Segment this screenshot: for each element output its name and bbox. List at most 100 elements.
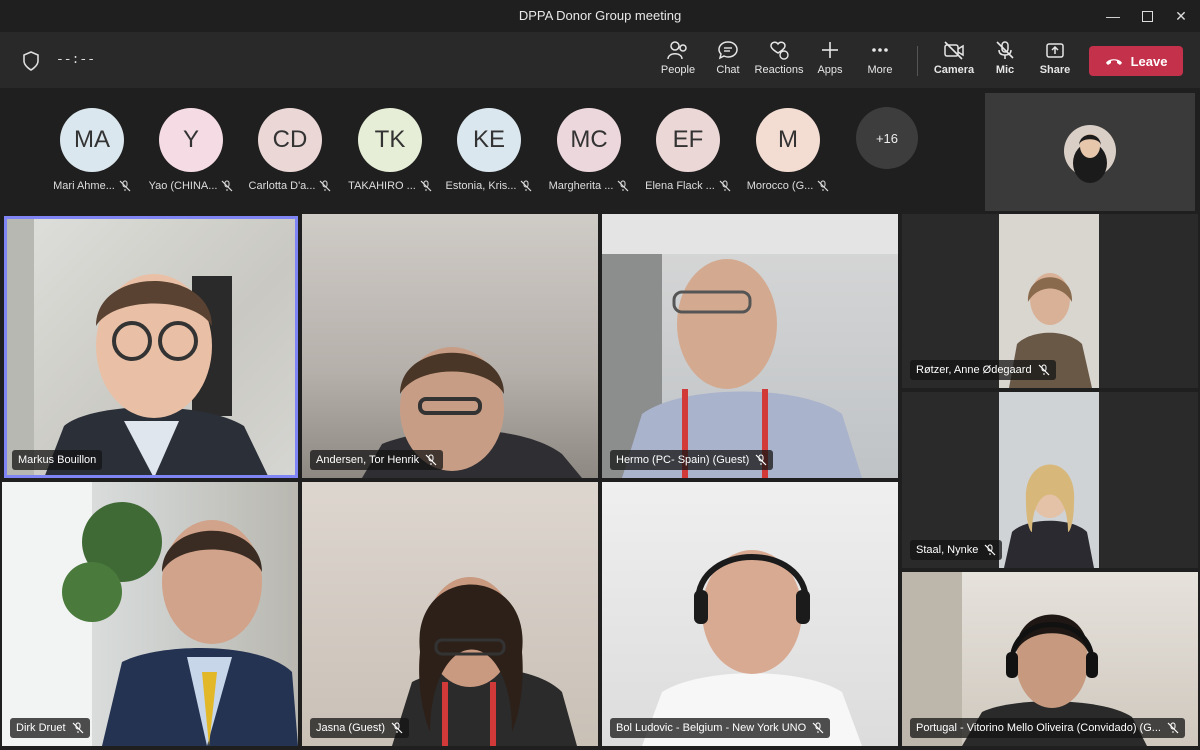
participant-meta: Mari Ahme...	[42, 180, 142, 192]
mic-off-icon	[222, 180, 233, 192]
participant-item[interactable]: MA Mari Ahme...	[42, 108, 142, 192]
participant-item[interactable]: KE Estonia, Kris...	[439, 108, 539, 192]
mic-off-icon	[320, 180, 331, 192]
participant-item[interactable]: CD Carlotta D'a...	[240, 108, 340, 192]
mic-off-icon	[420, 180, 432, 192]
self-view[interactable]	[985, 93, 1195, 211]
video-tile[interactable]: Andersen, Tor Henrik	[302, 214, 598, 478]
minimize-icon[interactable]: —	[1103, 6, 1123, 26]
participant-item[interactable]: EF Elena Flack ...	[638, 108, 738, 192]
video-tile[interactable]: Røtzer, Anne Ødegaard	[902, 214, 1198, 388]
mic-off-icon	[617, 180, 629, 192]
participant-name-tag: Andersen, Tor Henrik	[310, 450, 444, 470]
participant-name: Margherita ...	[548, 180, 614, 192]
mic-off-icon	[1167, 722, 1179, 734]
mic-off-icon	[755, 454, 767, 466]
mic-off-icon	[72, 722, 83, 734]
share-icon	[1046, 43, 1064, 58]
participant-item[interactable]: MC Margherita ...	[539, 108, 639, 192]
participant-meta: Yao (CHINA...	[141, 180, 241, 192]
self-view-video	[1064, 125, 1116, 183]
mic-off-icon	[719, 180, 731, 192]
participant-name: Mari Ahme...	[53, 180, 115, 192]
mic-off-icon	[119, 180, 131, 192]
mic-off-icon	[1038, 364, 1050, 376]
mic-off-icon	[425, 454, 437, 466]
more-button[interactable]: More	[852, 40, 908, 76]
mic-off-icon	[996, 41, 1014, 59]
reactions-icon	[770, 41, 789, 60]
avatar: TK	[358, 108, 422, 172]
participant-name-tag: Markus Bouillon	[12, 450, 103, 470]
share-button[interactable]: Share	[1027, 40, 1083, 76]
participant-item[interactable]: TK TAKAHIRO ...	[340, 108, 440, 192]
maximize-icon[interactable]	[1137, 6, 1157, 26]
meeting-toolbar: --:-- People Chat Reactions Apps More Ca…	[0, 32, 1200, 88]
participant-name: Yao (CHINA...	[148, 180, 218, 192]
toolbar-divider	[917, 46, 918, 76]
hang-up-icon	[1105, 59, 1122, 65]
meeting-timer: --:--	[56, 52, 96, 67]
chat-icon	[718, 41, 738, 60]
participant-name-tag: Røtzer, Anne Ødegaard	[910, 360, 1056, 380]
participant-name-tag: Hermo (PC- Spain) (Guest)	[610, 450, 774, 470]
avatar: Y	[159, 108, 223, 172]
shield-icon	[23, 51, 39, 71]
video-tile[interactable]: Jasna (Guest)	[302, 482, 598, 746]
participant-name-tag: Portugal - Vitorino Mello Oliveira (Conv…	[910, 718, 1185, 738]
avatar: EF	[656, 108, 720, 172]
video-tile[interactable]: Bol Ludovic - Belgium - New York UNO	[602, 482, 898, 746]
participant-name: Elena Flack ...	[645, 180, 715, 192]
participant-meta: Morocco (G...	[738, 180, 838, 192]
chat-button[interactable]: Chat	[700, 40, 756, 76]
mic-off-icon	[984, 544, 996, 556]
participant-meta: Carlotta D'a...	[240, 180, 340, 192]
window-title: DPPA Donor Group meeting	[518, 8, 682, 23]
video-tile[interactable]: Portugal - Vitorino Mello Oliveira (Conv…	[902, 572, 1198, 746]
video-tile[interactable]: Markus Bouillon	[4, 216, 298, 478]
video-tile[interactable]: Dirk Druet	[2, 482, 298, 746]
participant-name-tag: Dirk Druet	[10, 718, 90, 738]
camera-button[interactable]: Camera	[926, 40, 982, 76]
people-icon	[667, 41, 687, 60]
participant-item[interactable]: Y Yao (CHINA...	[141, 108, 241, 192]
participant-name: TAKAHIRO ...	[348, 180, 416, 192]
mic-button[interactable]: Mic	[977, 40, 1033, 76]
participant-video	[2, 482, 298, 746]
mic-off-icon	[817, 180, 829, 192]
participant-video	[642, 550, 862, 746]
participant-name-tag: Jasna (Guest)	[310, 718, 410, 738]
avatar: KE	[457, 108, 521, 172]
participant-meta: Margherita ...	[539, 180, 639, 192]
participant-video	[4, 216, 269, 478]
mic-off-icon	[812, 722, 824, 734]
mic-off-icon	[521, 180, 532, 192]
people-button[interactable]: People	[650, 40, 706, 76]
more-icon	[872, 48, 888, 52]
participant-name: Estonia, Kris...	[445, 180, 517, 192]
video-tile[interactable]: Hermo (PC- Spain) (Guest)	[602, 214, 898, 478]
mic-off-icon	[391, 722, 403, 734]
participant-meta: Elena Flack ...	[638, 180, 738, 192]
participant-name-tag: Bol Ludovic - Belgium - New York UNO	[610, 718, 831, 738]
participant-video	[602, 214, 898, 478]
avatar: MC	[557, 108, 621, 172]
avatar: CD	[258, 108, 322, 172]
apps-button[interactable]: Apps	[802, 40, 858, 76]
participant-meta: Estonia, Kris...	[439, 180, 539, 192]
video-tile[interactable]: Staal, Nynke	[902, 392, 1198, 568]
more-participants-button[interactable]: +16	[856, 107, 918, 169]
participant-meta: TAKAHIRO ...	[340, 180, 440, 192]
leave-button[interactable]: Leave	[1089, 46, 1183, 76]
avatar: M	[756, 108, 820, 172]
camera-off-icon	[944, 41, 964, 60]
participant-video	[362, 347, 582, 478]
close-icon[interactable]: ✕	[1171, 6, 1191, 26]
avatar: MA	[60, 108, 124, 172]
participant-name: Morocco (G...	[746, 180, 814, 192]
reactions-button[interactable]: Reactions	[751, 40, 807, 76]
participant-item[interactable]: M Morocco (G...	[738, 108, 838, 192]
title-bar: DPPA Donor Group meeting — ✕	[0, 0, 1200, 32]
participant-name-tag: Staal, Nynke	[910, 540, 1003, 560]
apps-icon	[822, 42, 838, 58]
